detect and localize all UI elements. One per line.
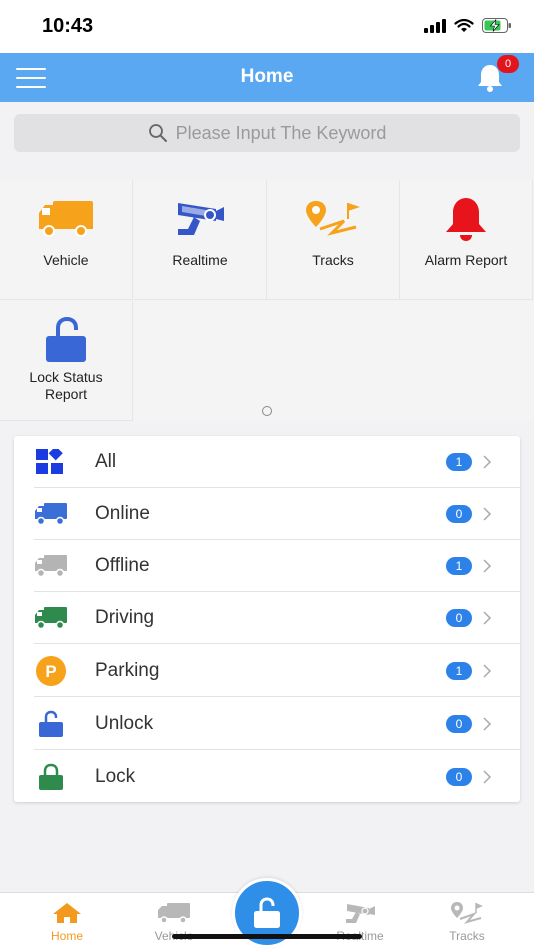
lock-icon (39, 763, 63, 790)
unlock-icon (46, 316, 86, 362)
list-item-offline[interactable]: Offline 1 (14, 540, 520, 592)
count-badge: 0 (446, 505, 472, 523)
signal-icon (424, 18, 446, 33)
list-item-driving[interactable]: Driving 0 (14, 592, 520, 644)
grid-empty-cell (400, 301, 533, 421)
grid-item-realtime[interactable]: Realtime (134, 180, 267, 300)
tab-vehicle[interactable]: Vehicle (124, 893, 224, 950)
page-indicator-dot[interactable] (262, 406, 272, 416)
header-bar: Home (0, 53, 534, 102)
count-badge: 0 (446, 768, 472, 786)
grid-icon (36, 449, 63, 474)
list-item-label: All (95, 451, 117, 472)
list-item-label: Unlock (95, 713, 154, 734)
grid-item-label: Alarm Report (424, 252, 508, 268)
search-icon (148, 124, 167, 142)
grid-item-vehicle[interactable]: Vehicle (0, 180, 133, 300)
wifi-icon (454, 18, 474, 32)
truck-icon (158, 903, 190, 924)
grid-empty-cell (267, 301, 400, 421)
count-badge: 1 (446, 662, 472, 680)
chevron-right-icon (483, 559, 492, 573)
tab-realtime[interactable]: Realtime (310, 893, 410, 950)
page-title: Home (240, 66, 294, 87)
tab-label: Tracks (449, 929, 485, 943)
unlock-icon (39, 710, 63, 737)
tab-label: Home (50, 929, 83, 943)
grid-empty-cell (134, 301, 267, 421)
truck-icon (35, 503, 67, 526)
status-icons (424, 18, 512, 33)
truck-icon (35, 607, 67, 630)
count-badge: 0 (446, 609, 472, 627)
unlock-icon (254, 897, 280, 928)
grid-item-tracks[interactable]: Tracks (267, 180, 400, 300)
home-indicator (172, 934, 362, 939)
notification-badge: 0 (497, 55, 519, 73)
grid-item-label: Tracks (312, 252, 354, 268)
function-grid: Vehicle Realtime Tracks Alarm Report Loc… (0, 180, 534, 421)
grid-item-lock-status-report[interactable]: Lock Status Report (0, 301, 133, 421)
grid-item-label: Vehicle (43, 252, 89, 268)
grid-item-label: Realtime (172, 252, 228, 268)
list-item-parking[interactable]: P Parking 1 (14, 645, 520, 697)
list-item-online[interactable]: Online 0 (14, 488, 520, 540)
list-item-label: Offline (95, 555, 150, 576)
list-item-lock[interactable]: Lock 0 (14, 751, 520, 803)
chevron-right-icon (483, 770, 492, 784)
search-placeholder: Please Input The Keyword (175, 122, 387, 143)
grid-item-alarm-report[interactable]: Alarm Report (400, 180, 533, 300)
list-item-label: Online (95, 503, 150, 524)
count-badge: 1 (446, 453, 472, 471)
chevron-right-icon (483, 455, 492, 469)
tab-tracks[interactable]: Tracks (417, 893, 517, 950)
camera-icon (346, 904, 375, 923)
battery-charging-icon (482, 18, 511, 33)
svg-text:P: P (45, 662, 56, 681)
status-time: 10:43 (42, 15, 94, 37)
vehicle-status-list: All 1 Online 0 Offline 1 Driving 0 P Par… (14, 436, 520, 802)
count-badge: 1 (446, 557, 472, 575)
truck-icon (35, 555, 67, 578)
alarm-bell-icon (446, 198, 486, 241)
search-input[interactable]: Please Input The Keyword (14, 114, 520, 152)
camera-icon (178, 203, 224, 235)
status-bar: 10:43 (0, 0, 534, 53)
count-badge: 0 (446, 715, 472, 733)
grid-item-label: Lock Status Report (29, 369, 103, 402)
route-icon (306, 201, 360, 236)
list-item-all[interactable]: All 1 (14, 436, 520, 488)
list-item-label: Lock (95, 766, 136, 787)
list-item-label: Driving (95, 607, 155, 628)
chevron-right-icon (483, 611, 492, 625)
chevron-right-icon (483, 664, 492, 678)
truck-icon (39, 201, 93, 237)
list-item-label: Parking (95, 660, 160, 681)
chevron-right-icon (483, 717, 492, 731)
route-icon (451, 902, 483, 924)
home-icon (53, 903, 81, 923)
list-item-unlock[interactable]: Unlock 0 (14, 698, 520, 750)
parking-icon: P (36, 656, 66, 686)
chevron-right-icon (483, 507, 492, 521)
tab-home[interactable]: Home (17, 893, 117, 950)
